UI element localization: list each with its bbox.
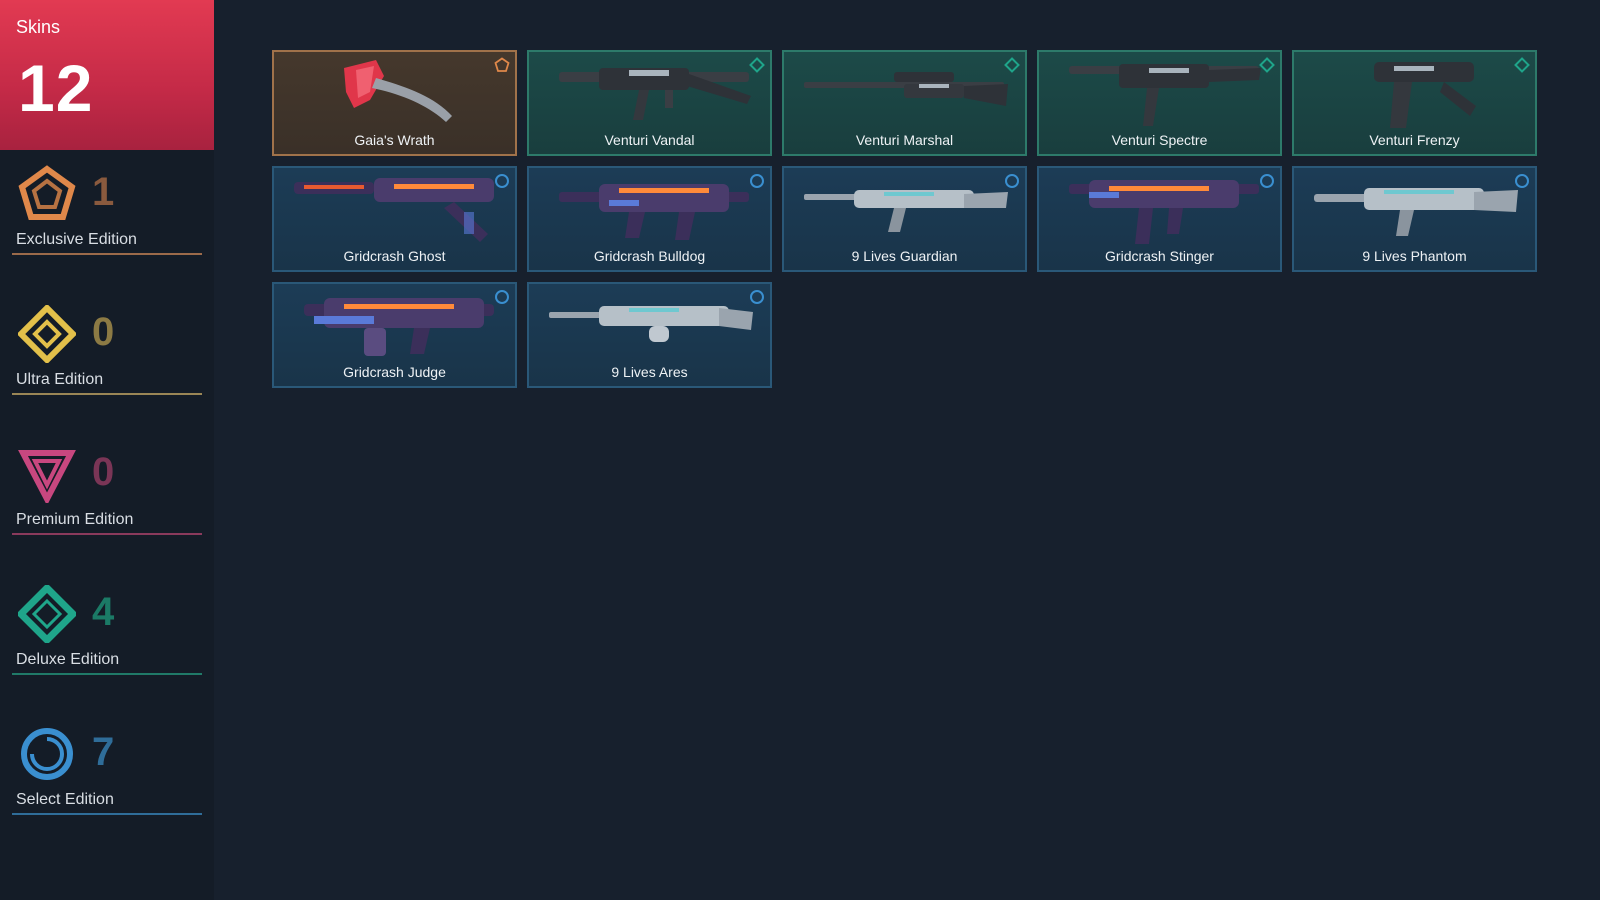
skin-name: Venturi Marshal xyxy=(855,132,954,148)
skin-name: Gridcrash Judge xyxy=(343,364,446,380)
tier-ultra-filter[interactable]: 0 Ultra Edition xyxy=(12,305,202,405)
exclusive-pentagon-icon xyxy=(494,57,510,72)
tier-count: 1 xyxy=(92,170,115,214)
rifle-icon xyxy=(559,68,751,120)
deluxe-rhombus-icon xyxy=(18,585,76,643)
skin-name: Gridcrash Stinger xyxy=(1105,248,1214,264)
tier-underline xyxy=(12,813,202,815)
tier-count: 7 xyxy=(92,730,115,774)
rifle-icon xyxy=(804,190,1008,232)
tier-label: Premium Edition xyxy=(16,511,134,528)
select-circle-icon xyxy=(750,290,764,304)
tier-label: Select Edition xyxy=(16,791,114,808)
skin-name: Gridcrash Ghost xyxy=(343,248,446,264)
skin-name: Gaia's Wrath xyxy=(354,132,435,148)
pistol-icon xyxy=(294,178,494,242)
deluxe-rhombus-icon xyxy=(1004,57,1020,73)
tier-label: Deluxe Edition xyxy=(16,651,120,668)
ultra-diamond-icon xyxy=(18,305,76,363)
skin-name: Gridcrash Bulldog xyxy=(593,248,706,264)
rifle-icon xyxy=(559,184,749,240)
sidebar: Skins 12 1 Exclusive Edition 0 Ultra Edi… xyxy=(0,0,214,900)
exclusive-pentagon-icon xyxy=(18,165,76,220)
skin-card-venturi-vandal[interactable]: Venturi Vandal xyxy=(527,50,772,156)
select-circle-icon xyxy=(21,728,73,780)
tier-underline xyxy=(12,393,202,395)
select-circle-icon xyxy=(495,174,509,188)
lmg-icon xyxy=(549,306,753,342)
skin-name: Venturi Vandal xyxy=(604,132,695,148)
select-circle-icon xyxy=(1515,174,1529,188)
tier-underline xyxy=(12,673,202,675)
tier-count: 0 xyxy=(92,450,115,494)
skin-name: Venturi Spectre xyxy=(1111,132,1208,148)
skin-card-9-lives-guardian[interactable]: 9 Lives Guardian xyxy=(782,166,1027,272)
skin-card-gridcrash-judge[interactable]: Gridcrash Judge xyxy=(272,282,517,388)
tier-count: 0 xyxy=(92,310,115,354)
tier-deluxe-filter[interactable]: 4 Deluxe Edition xyxy=(12,585,202,685)
skin-name: 9 Lives Phantom xyxy=(1362,248,1467,264)
smg-icon xyxy=(1069,180,1259,244)
tier-select-filter[interactable]: 7 Select Edition xyxy=(12,725,202,825)
melee-axe-icon xyxy=(344,60,452,122)
select-circle-icon xyxy=(750,174,764,188)
skin-name: Venturi Frenzy xyxy=(1369,132,1460,148)
skin-card-gridcrash-stinger[interactable]: Gridcrash Stinger xyxy=(1037,166,1282,272)
tier-underline xyxy=(12,253,202,255)
skin-card-venturi-spectre[interactable]: Venturi Spectre xyxy=(1037,50,1282,156)
skin-card-venturi-frenzy[interactable]: Venturi Frenzy xyxy=(1292,50,1537,156)
deluxe-rhombus-icon xyxy=(1514,57,1530,73)
deluxe-rhombus-icon xyxy=(749,57,765,73)
smg-icon xyxy=(1069,64,1261,126)
tier-premium-filter[interactable]: 0 Premium Edition xyxy=(12,445,202,545)
deluxe-rhombus-icon xyxy=(1259,57,1275,73)
skin-card-9-lives-ares[interactable]: 9 Lives Ares xyxy=(527,282,772,388)
tier-label: Ultra Edition xyxy=(16,371,104,388)
skin-card-gaias-wrath[interactable]: Gaia's Wrath xyxy=(272,50,517,156)
tier-label: Exclusive Edition xyxy=(16,231,137,248)
tier-count: 4 xyxy=(92,590,115,634)
skin-name: 9 Lives Guardian xyxy=(851,248,958,264)
tier-exclusive-filter[interactable]: 1 Exclusive Edition xyxy=(12,165,202,265)
skins-count: 12 xyxy=(18,51,94,125)
skin-card-venturi-marshal[interactable]: Venturi Marshal xyxy=(782,50,1027,156)
skins-label: Skins xyxy=(16,17,61,37)
sniper-icon xyxy=(804,72,1008,106)
premium-triangle-icon xyxy=(18,450,76,503)
rifle-icon xyxy=(1314,188,1518,236)
skin-card-gridcrash-ghost[interactable]: Gridcrash Ghost xyxy=(272,166,517,272)
select-circle-icon xyxy=(1005,174,1019,188)
select-circle-icon xyxy=(1260,174,1274,188)
pistol-icon xyxy=(1374,62,1476,128)
skin-name: 9 Lives Ares xyxy=(611,364,688,380)
skins-summary-header: Skins 12 xyxy=(0,0,214,150)
select-circle-icon xyxy=(495,290,509,304)
shotgun-icon xyxy=(304,298,494,356)
tier-underline xyxy=(12,533,202,535)
skin-card-gridcrash-bulldog[interactable]: Gridcrash Bulldog xyxy=(527,166,772,272)
skin-card-9-lives-phantom[interactable]: 9 Lives Phantom xyxy=(1292,166,1537,272)
